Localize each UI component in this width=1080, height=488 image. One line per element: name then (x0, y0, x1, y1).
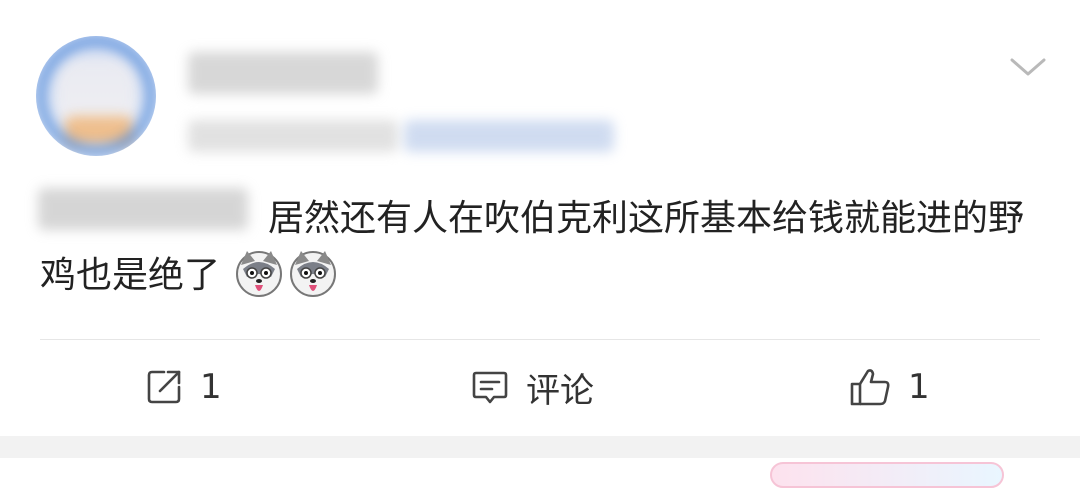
repost-count: 1 (200, 367, 222, 407)
dog-emoji-icon (290, 251, 337, 297)
username-redacted[interactable] (188, 52, 378, 94)
thumbs-up-icon (850, 369, 890, 406)
post-content: 居然还有人在吹伯克利这所基本给钱就能进的野鸡也是绝了 (40, 190, 1050, 304)
comment-icon (472, 371, 508, 404)
like-button[interactable]: 1 (848, 362, 930, 412)
dog-emoji-icon (236, 251, 283, 297)
divider (40, 339, 1040, 340)
comment-label: 评论 (526, 370, 594, 411)
comment-card: 居然还有人在吹伯克利这所基本给钱就能进的野鸡也是绝了 1 评论 1 (0, 0, 1080, 436)
chevron-down-icon[interactable] (1008, 52, 1048, 80)
avatar[interactable] (36, 36, 156, 156)
post-text: 居然还有人在吹伯克利这所基本给钱就能进的野鸡也是绝了 (40, 198, 1025, 296)
next-card-peek (0, 458, 1080, 488)
next-card-badge (770, 462, 1004, 488)
section-gap (0, 436, 1080, 458)
device-source-redacted (404, 120, 614, 152)
like-count: 1 (908, 367, 930, 407)
repost-button[interactable]: 1 (144, 362, 222, 412)
timestamp-redacted (188, 120, 398, 152)
repost-icon (147, 370, 181, 404)
comment-button[interactable]: 评论 (470, 362, 594, 412)
